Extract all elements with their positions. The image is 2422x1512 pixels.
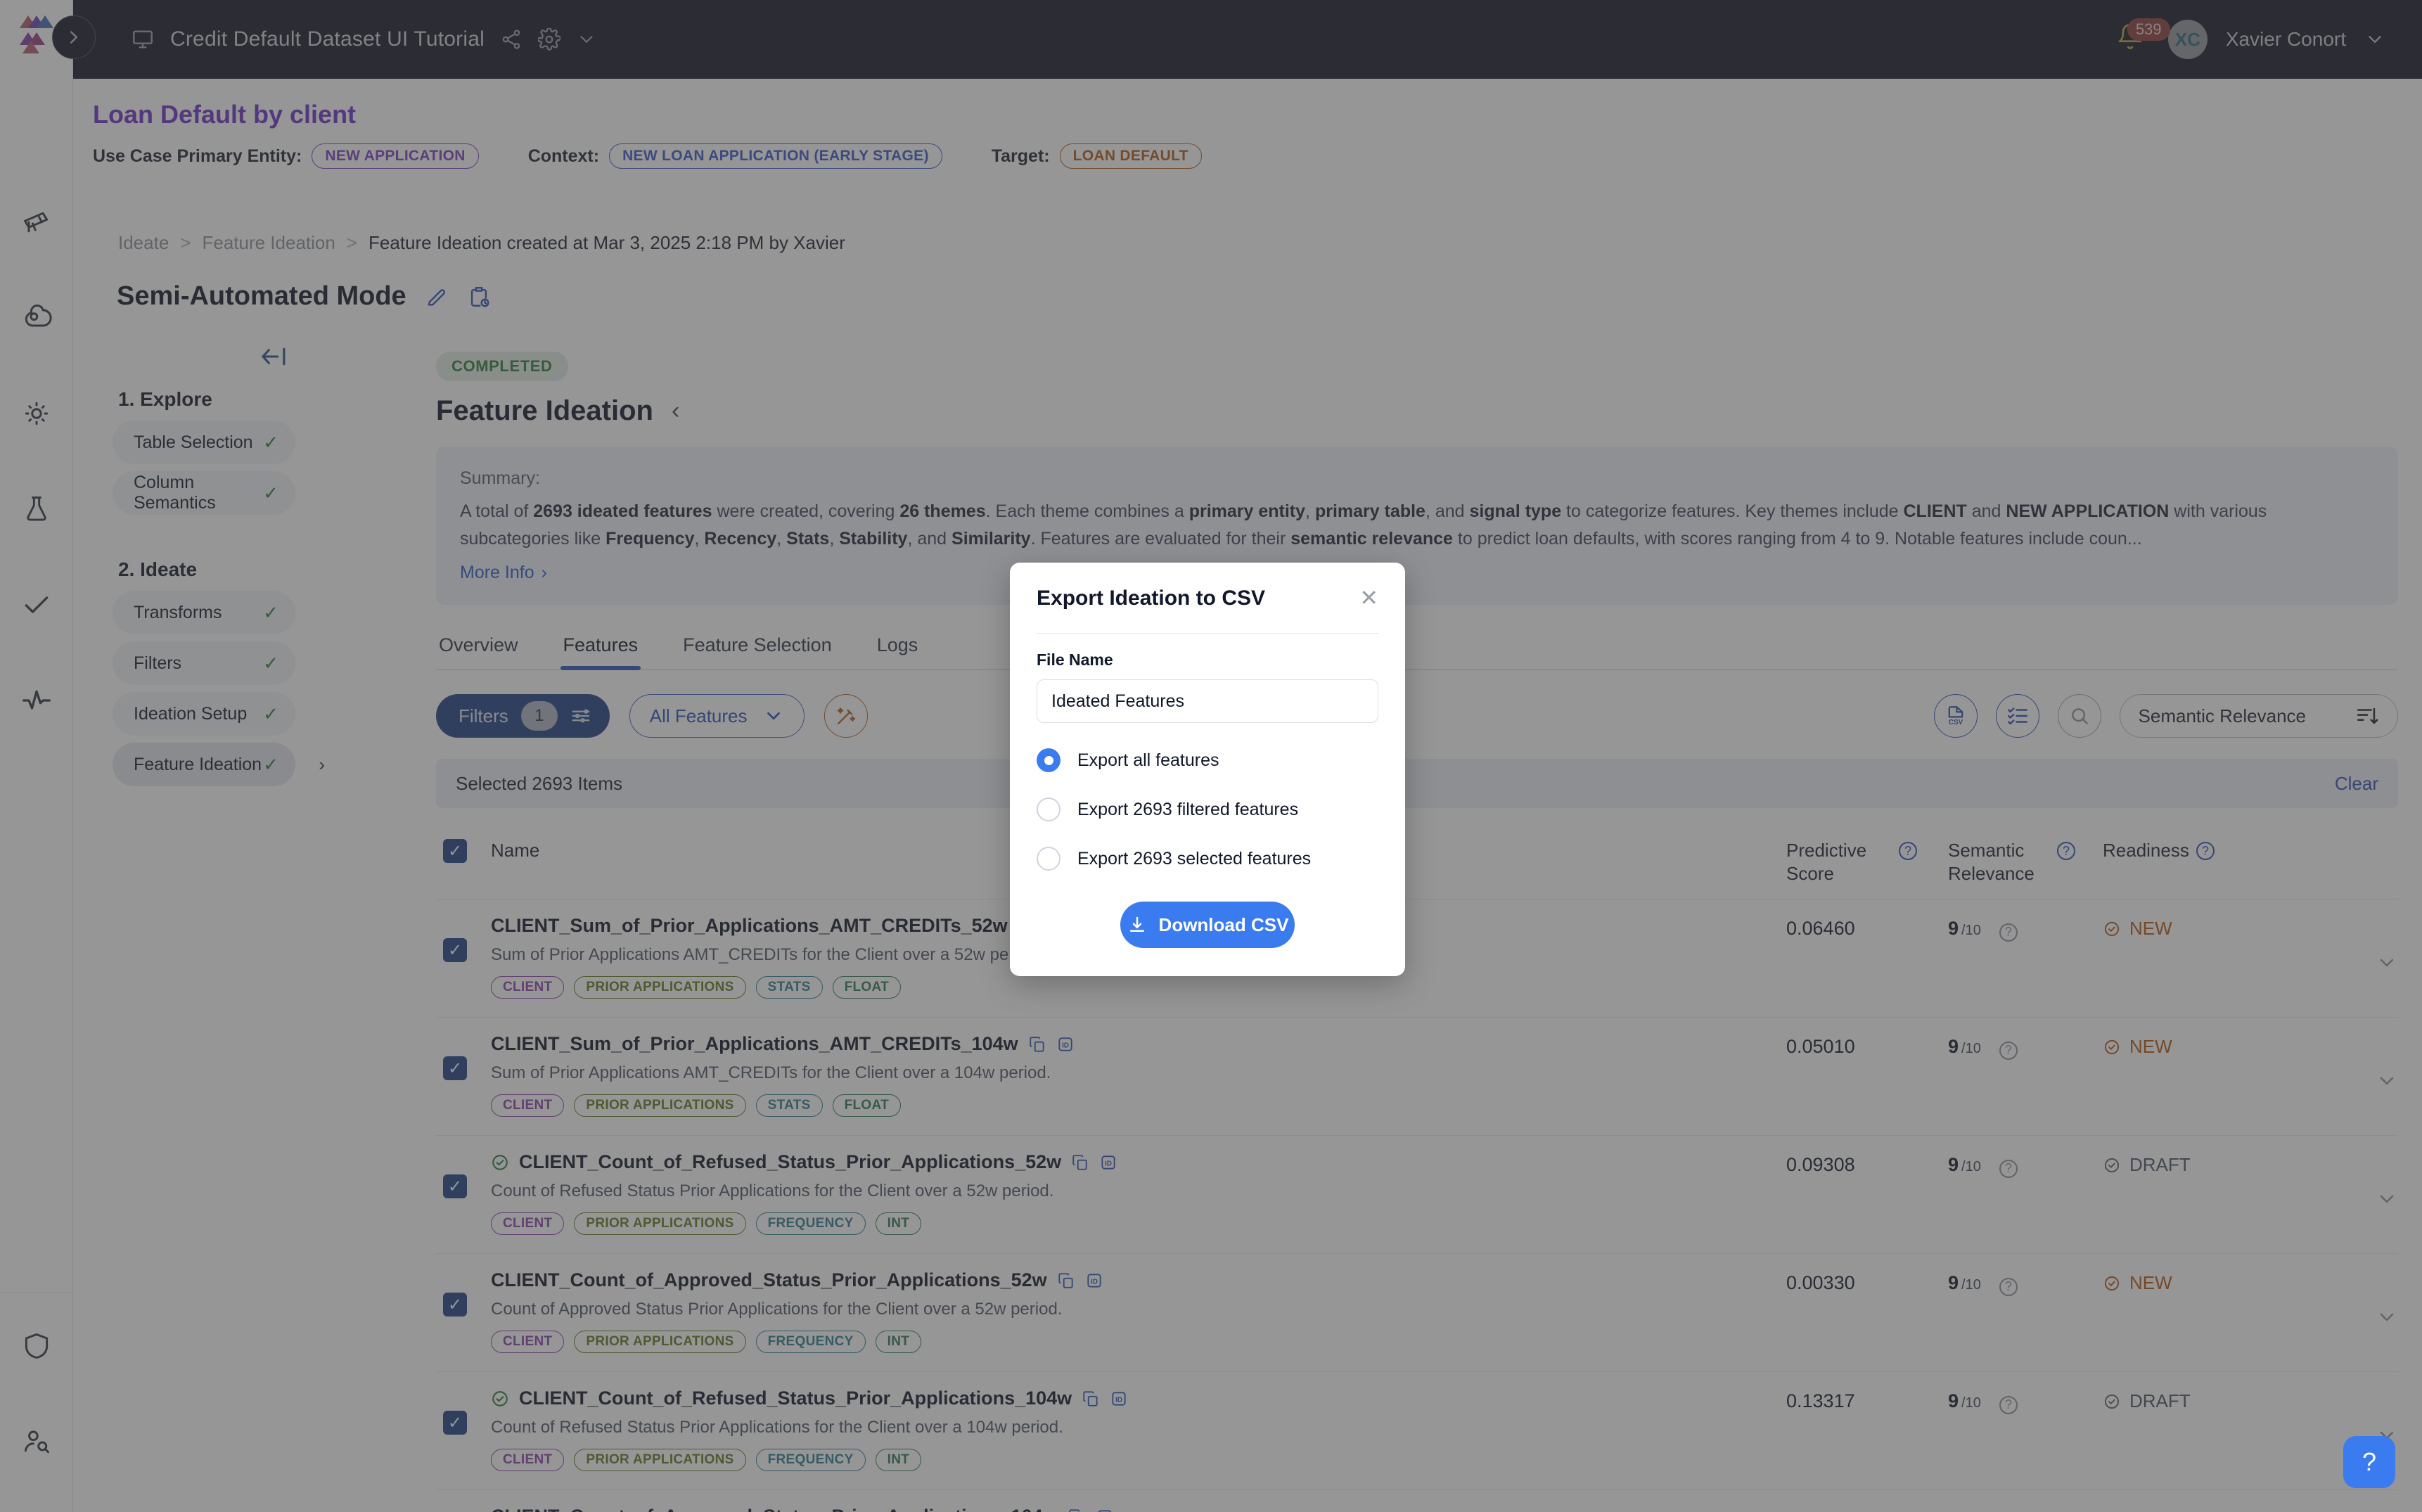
download-icon — [1127, 914, 1148, 935]
download-csv-button[interactable]: Download CSV — [1120, 902, 1295, 948]
dialog-header: Export Ideation to CSV ✕ — [1037, 587, 1378, 610]
radio-option-filtered[interactable]: Export 2693 filtered features — [1037, 797, 1378, 821]
dialog-divider — [1037, 633, 1378, 634]
radio-button[interactable] — [1037, 748, 1061, 772]
radio-option-all[interactable]: Export all features — [1037, 748, 1378, 772]
export-csv-dialog: Export Ideation to CSV ✕ File Name Expor… — [1010, 563, 1405, 976]
download-csv-label: Download CSV — [1158, 914, 1289, 935]
radio-button[interactable] — [1037, 847, 1061, 871]
radio-button[interactable] — [1037, 797, 1061, 821]
radio-option-selected[interactable]: Export 2693 selected features — [1037, 847, 1378, 871]
help-button[interactable]: ? — [2343, 1436, 2395, 1488]
radio-label: Export all features — [1077, 750, 1219, 770]
file-name-label: File Name — [1037, 651, 1113, 669]
close-icon[interactable]: ✕ — [1359, 587, 1378, 609]
radio-label: Export 2693 filtered features — [1077, 799, 1299, 819]
dialog-title: Export Ideation to CSV — [1037, 587, 1266, 610]
radio-label: Export 2693 selected features — [1077, 848, 1312, 869]
file-name-input[interactable] — [1037, 679, 1378, 723]
